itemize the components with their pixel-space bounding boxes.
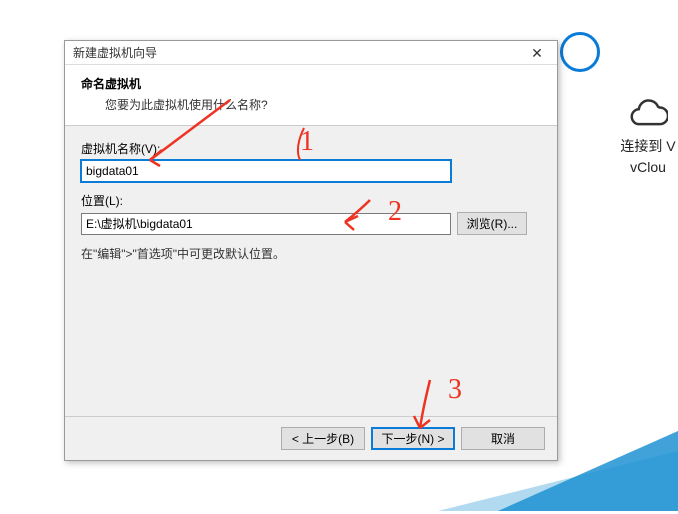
location-label: 位置(L):: [81, 192, 541, 209]
header-title: 命名虚拟机: [81, 75, 541, 92]
browse-button[interactable]: 浏览(R)...: [457, 212, 527, 235]
location-input[interactable]: [81, 213, 451, 235]
vm-name-label: 虚拟机名称(V):: [81, 140, 541, 157]
vm-name-input[interactable]: [81, 160, 451, 182]
new-vm-wizard-dialog: 新建虚拟机向导 ✕ 命名虚拟机 您要为此虚拟机使用什么名称? 虚拟机名称(V):…: [64, 40, 558, 461]
header-subtitle: 您要为此虚拟机使用什么名称?: [105, 96, 541, 113]
back-button[interactable]: < 上一步(B): [281, 427, 365, 450]
cancel-button[interactable]: 取消: [461, 427, 545, 450]
next-button[interactable]: 下一步(N) >: [371, 427, 455, 450]
dialog-footer: < 上一步(B) 下一步(N) > 取消: [65, 416, 557, 460]
close-button[interactable]: ✕: [517, 41, 557, 65]
dialog-titlebar: 新建虚拟机向导 ✕: [65, 41, 557, 65]
dialog-title: 新建虚拟机向导: [73, 44, 517, 61]
vcloud-side-tile: 连接到 V vClou: [618, 90, 678, 178]
close-icon: ✕: [531, 45, 543, 61]
workstation-circle-deco: [560, 32, 600, 72]
dialog-body: 虚拟机名称(V): 位置(L): 浏览(R)... 在"编辑">"首选项"中可更…: [65, 126, 557, 416]
dialog-header: 命名虚拟机 您要为此虚拟机使用什么名称?: [65, 65, 557, 126]
default-location-note: 在"编辑">"首选项"中可更改默认位置。: [81, 245, 541, 262]
cloud-icon: [628, 90, 668, 130]
